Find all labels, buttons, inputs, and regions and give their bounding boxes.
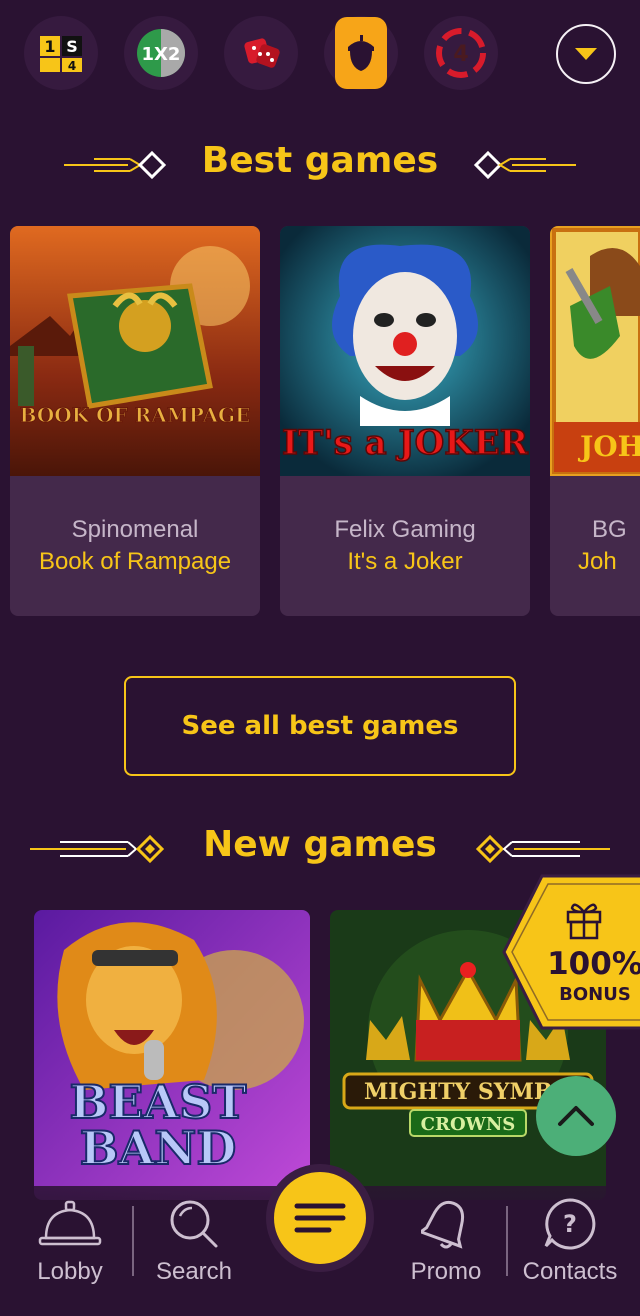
gift-icon xyxy=(566,903,602,940)
bonus-badge-button[interactable]: 100% BONUS xyxy=(502,872,640,1032)
bonus-percent: 100% xyxy=(547,946,640,982)
category-acorn-button[interactable] xyxy=(324,16,398,90)
acorn-icon xyxy=(348,35,374,71)
svg-text:1X2: 1X2 xyxy=(142,44,181,65)
scoreboard-icon: 1 S 4 xyxy=(40,36,82,73)
menu-lines-icon xyxy=(294,1203,346,1233)
nav-search-label: Search xyxy=(155,1258,233,1285)
nav-lobby[interactable]: Lobby xyxy=(10,1196,130,1296)
game-card-info: Felix Gaming It's a Joker xyxy=(280,476,530,616)
beast-band-art: BEAST BAND xyxy=(34,910,310,1200)
nav-separator xyxy=(506,1206,508,1276)
game-name: Joh xyxy=(578,548,617,575)
nav-promo[interactable]: Promo xyxy=(386,1196,506,1296)
nav-lobby-label: Lobby xyxy=(37,1258,103,1285)
scroll-to-top-button[interactable] xyxy=(536,1076,616,1156)
svg-text:S: S xyxy=(66,37,78,56)
roulette-4-icon: 4 xyxy=(436,28,486,78)
game-card-its-a-joker[interactable]: IT's a JOKER Felix Gaming It's a Joker xyxy=(280,226,530,616)
game-card-info: Spinomenal Book of Rampage xyxy=(10,476,260,616)
game-provider: Spinomenal xyxy=(71,516,199,543)
game-name: Book of Rampage xyxy=(38,548,232,575)
category-1s4-button[interactable]: 1 S 4 xyxy=(24,16,98,90)
its-a-joker-art: IT's a JOKER xyxy=(280,226,530,476)
nav-promo-label: Promo xyxy=(410,1258,482,1285)
its-a-joker-art-title: IT's a JOKER xyxy=(282,423,529,463)
svg-text:1: 1 xyxy=(44,37,55,56)
game-card-book-of-rampage[interactable]: BOOK OF RAMPAGE Spinomenal Book of Rampa… xyxy=(10,226,260,616)
nav-contacts[interactable]: ? Contacts xyxy=(510,1196,630,1296)
category-bar: 1 S 4 1X2 4 xyxy=(0,16,640,94)
john-art: JOHN xyxy=(550,226,640,476)
beast-band-art-title-2: BAND xyxy=(80,1121,237,1175)
category-dropdown-button[interactable] xyxy=(556,24,616,84)
nav-contacts-label: Contacts xyxy=(522,1258,618,1285)
svg-text:4: 4 xyxy=(453,42,468,67)
bottom-navigation: Lobby Search Promo ? Contacts xyxy=(0,1164,640,1316)
svg-text:?: ? xyxy=(563,1210,577,1238)
game-card-john[interactable]: JOHN BG Joh xyxy=(550,226,640,616)
bell-icon xyxy=(421,1200,465,1249)
game-name: It's a Joker xyxy=(347,548,463,575)
john-art-title: JOHN xyxy=(577,430,640,463)
chevron-down-icon xyxy=(575,48,597,60)
category-dice-button[interactable] xyxy=(224,16,298,90)
chevron-up-icon xyxy=(558,1106,594,1126)
game-provider: BG xyxy=(592,516,627,543)
dice-icon xyxy=(244,38,280,68)
acorn-badge xyxy=(335,17,387,89)
book-of-rampage-art: BOOK OF RAMPAGE xyxy=(10,226,260,476)
nav-search[interactable]: Search xyxy=(134,1196,254,1296)
game-provider: Felix Gaming xyxy=(334,516,476,543)
category-1x2-button[interactable]: 1X2 xyxy=(124,16,198,90)
game-card-beast-band[interactable]: BEAST BAND xyxy=(34,910,310,1200)
svg-text:4: 4 xyxy=(68,59,76,73)
mighty-symbols-art-title-2: CROWNS xyxy=(421,1114,516,1135)
category-live-button[interactable]: 4 xyxy=(424,16,498,90)
1x2-icon: 1X2 xyxy=(137,29,185,77)
right-ornament-icon xyxy=(476,834,610,864)
service-bell-icon xyxy=(38,1200,102,1246)
right-ornament-icon xyxy=(473,150,576,180)
search-icon xyxy=(170,1200,218,1248)
bonus-label: BONUS xyxy=(559,984,631,1005)
book-of-rampage-art-title: BOOK OF RAMPAGE xyxy=(20,403,251,427)
help-chat-icon: ? xyxy=(544,1198,596,1250)
see-all-best-games-button[interactable]: See all best games xyxy=(124,676,516,776)
game-card-info: BG Joh xyxy=(550,476,640,616)
main-menu-button[interactable] xyxy=(266,1164,374,1272)
